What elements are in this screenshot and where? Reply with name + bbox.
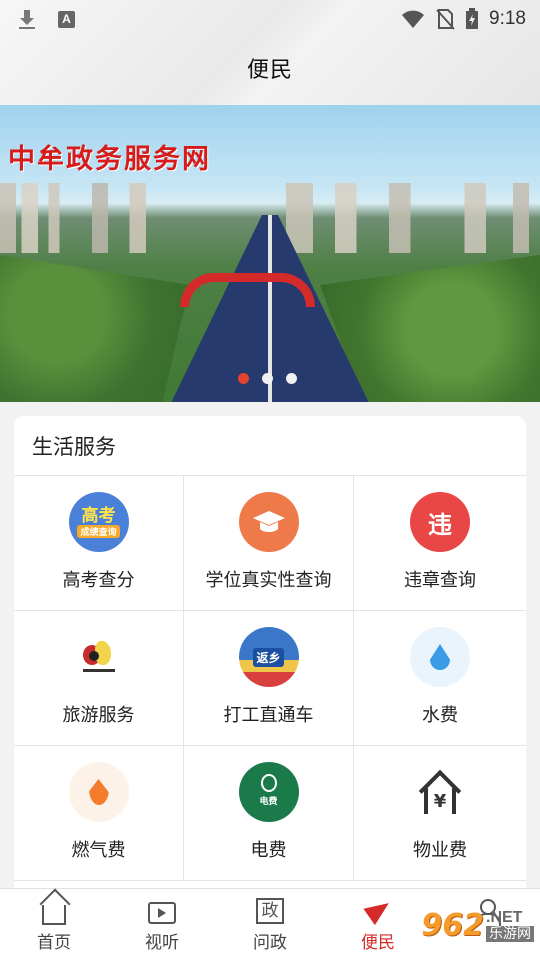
service-property-fee[interactable]: ¥ 物业费 (354, 746, 526, 881)
life-services-card: 生活服务 高考 成绩查询 高考查分 学位真实性查询 违 违章查询 旅游服务 返乡… (14, 416, 526, 896)
status-bar: A 9:18 (0, 0, 540, 38)
service-gaokao[interactable]: 高考 成绩查询 高考查分 (14, 476, 184, 611)
top-area: A 9:18 便民 (0, 0, 540, 105)
tab-label: 首页 (37, 933, 71, 953)
travel-mascot-icon (68, 627, 129, 687)
service-gas-fee[interactable]: 燃气费 (14, 746, 184, 881)
tab-label: 便民 (361, 933, 395, 953)
service-label: 燃气费 (71, 840, 126, 861)
banner-greenery-left (0, 255, 190, 402)
zheng-icon: 政 (256, 898, 284, 924)
banner-title: 中牟政务服务网 (8, 144, 211, 175)
carousel-dot-1[interactable] (238, 373, 249, 384)
home-icon (42, 905, 66, 925)
tab-video[interactable]: 视听 (108, 889, 216, 960)
service-label: 高考查分 (62, 570, 135, 591)
service-label: 违章查询 (404, 570, 476, 591)
graduation-cap-icon (238, 492, 299, 552)
service-label: 学位真实性查询 (205, 570, 332, 591)
gaokao-score-icon: 高考 成绩查询 (68, 492, 129, 552)
download-icon (18, 9, 38, 29)
banner-red-arch (180, 273, 315, 307)
page-title: 便民 (246, 58, 293, 83)
service-label: 物业费 (413, 840, 467, 861)
service-electric-fee[interactable]: 电费 电费 (184, 746, 354, 881)
bus-icon-text: 返乡 (253, 647, 284, 667)
violation-icon-text: 违 (428, 510, 452, 539)
tab-inquiry[interactable]: 政 问政 (216, 889, 324, 960)
service-label: 旅游服务 (62, 705, 135, 726)
carousel-dot-2[interactable] (262, 373, 273, 384)
services-grid: 高考 成绩查询 高考查分 学位真实性查询 违 违章查询 旅游服务 返乡 打工直通… (14, 476, 526, 881)
section-title: 生活服务 (14, 416, 526, 476)
electric-icon-text: 电费 (259, 796, 278, 807)
banner-carousel[interactable]: 中牟政务服务网 (0, 105, 540, 402)
service-migrant-bus[interactable]: 返乡 打工直通车 (184, 611, 354, 746)
service-degree-check[interactable]: 学位真实性查询 (184, 476, 354, 611)
gaokao-icon-text: 高考 (81, 505, 116, 526)
service-label: 水费 (422, 705, 458, 726)
traffic-violation-icon: 违 (410, 492, 470, 552)
watermark-cn: 乐游网 (486, 925, 534, 942)
migrant-bus-icon: 返乡 (238, 627, 299, 687)
watermark-logo: 962 (421, 908, 484, 943)
yen-icon-text: ¥ (424, 788, 456, 814)
tab-home[interactable]: 首页 (0, 889, 108, 960)
service-traffic-violation[interactable]: 违 违章查询 (354, 476, 526, 611)
tab-convenience[interactable]: 便民 (324, 889, 432, 960)
watermark: 962 .NET 乐游网 (421, 908, 534, 943)
house-yen-icon: ¥ (410, 762, 470, 822)
service-label: 打工直通车 (223, 705, 314, 726)
service-label: 电费 (250, 840, 287, 861)
wifi-icon (402, 10, 425, 28)
service-travel[interactable]: 旅游服务 (14, 611, 184, 746)
no-sim-icon (436, 9, 455, 30)
lightbulb-icon: 电费 (238, 762, 299, 822)
carousel-dot-3[interactable] (286, 373, 297, 384)
a-notification-icon: A (58, 10, 75, 28)
service-water-fee[interactable]: 水费 (354, 611, 526, 746)
battery-charging-icon (466, 8, 479, 29)
paper-plane-icon (363, 898, 393, 924)
tab-label: 问政 (253, 933, 287, 953)
gas-flame-icon (68, 762, 129, 822)
water-drop-icon (410, 627, 470, 687)
status-time: 9:18 (489, 8, 526, 29)
watermark-net: .NET (486, 908, 523, 926)
tab-label: 视听 (145, 933, 179, 953)
tv-play-icon (148, 902, 176, 924)
carousel-dots (238, 373, 297, 384)
gaokao-icon-subtext: 成绩查询 (77, 524, 120, 538)
